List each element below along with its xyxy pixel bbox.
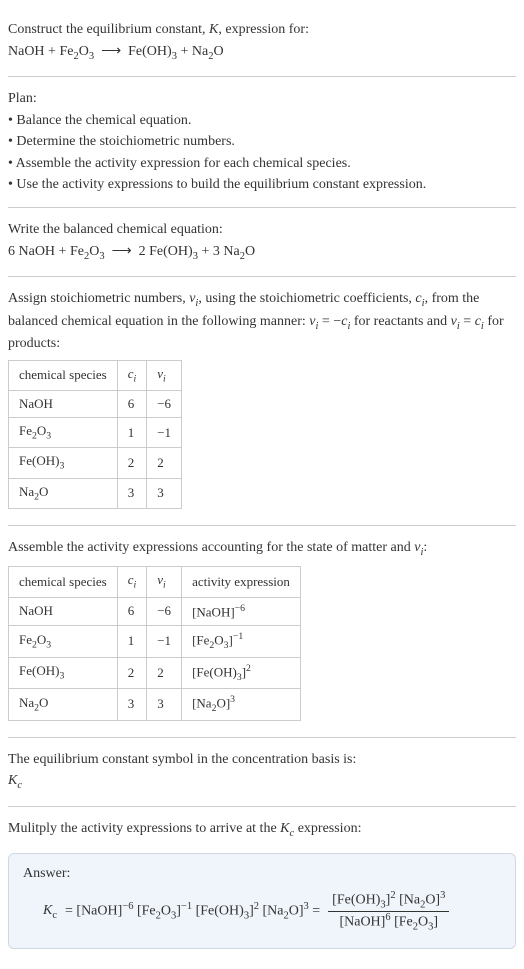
table-header-row: chemical species ci νi activity expressi… <box>9 567 301 597</box>
table-row: Fe(OH)3 2 2 [Fe(OH)3]2 <box>9 657 301 689</box>
expr-cell: [NaOH]−6 <box>182 597 301 626</box>
ci-cell: 2 <box>117 448 147 478</box>
species-cell: NaOH <box>9 390 118 417</box>
table-row: Na2O 3 3 <box>9 478 182 508</box>
table-header-row: chemical species ci νi <box>9 360 182 390</box>
kc-fraction: [Fe(OH)3]2 [Na2O]3 [NaOH]6 [Fe2O3] <box>328 890 449 934</box>
col-expr: activity expression <box>182 567 301 597</box>
col-ci: ci <box>117 567 147 597</box>
expr-cell: [Fe2O3]−1 <box>182 626 301 658</box>
species-cell: Fe(OH)3 <box>9 657 118 689</box>
species-cell: Na2O <box>9 689 118 721</box>
balance-heading: Write the balanced chemical equation: <box>8 220 516 240</box>
answer-box: Answer: Kc = [NaOH]−6 [Fe2O3]−1 [Fe(OH)3… <box>8 853 516 949</box>
col-nui: νi <box>147 360 182 390</box>
ci-cell: 3 <box>117 478 147 508</box>
balance-equation: 6 NaOH + Fe2O3 ⟶ 2 Fe(OH)3 + 3 Na2O <box>8 242 516 264</box>
nui-cell: −1 <box>147 626 182 658</box>
ci-cell: 3 <box>117 689 147 721</box>
intro-k: K <box>209 22 218 37</box>
plan-item: • Balance the chemical equation. <box>8 111 516 131</box>
species-cell: Na2O <box>9 478 118 508</box>
balance-section: Write the balanced chemical equation: 6 … <box>8 208 516 277</box>
nui-cell: 2 <box>147 657 182 689</box>
col-species: chemical species <box>9 360 118 390</box>
kc-symbol: Kc <box>8 771 516 793</box>
stoich-table: chemical species ci νi NaOH 6 −6 Fe2O3 1… <box>8 360 182 509</box>
table-row: Fe(OH)3 2 2 <box>9 448 182 478</box>
multiply-para: Mulitply the activity expressions to arr… <box>8 819 516 841</box>
plan-item: • Assemble the activity expression for e… <box>8 154 516 174</box>
nui-cell: 3 <box>147 478 182 508</box>
plan-section: Plan: • Balance the chemical equation. •… <box>8 77 516 208</box>
table-row: NaOH 6 −6 <box>9 390 182 417</box>
kc-var: Kc <box>43 901 57 923</box>
col-species: chemical species <box>9 567 118 597</box>
activity-table: chemical species ci νi activity expressi… <box>8 566 301 720</box>
species-cell: Fe(OH)3 <box>9 448 118 478</box>
plan-item: • Determine the stoichiometric numbers. <box>8 132 516 152</box>
intro-equation: NaOH + Fe2O3 ⟶ Fe(OH)3 + Na2O <box>8 42 516 64</box>
intro-post: , expression for: <box>218 22 309 37</box>
ci-cell: 6 <box>117 390 147 417</box>
ci-cell: 6 <box>117 597 147 626</box>
ci-cell: 2 <box>117 657 147 689</box>
answer-label: Answer: <box>23 864 501 884</box>
col-ci: ci <box>117 360 147 390</box>
stoich-section: Assign stoichiometric numbers, νi, using… <box>8 277 516 526</box>
table-row: Na2O 3 3 [Na2O]3 <box>9 689 301 721</box>
table-row: NaOH 6 −6 [NaOH]−6 <box>9 597 301 626</box>
nui-cell: −6 <box>147 390 182 417</box>
species-cell: Fe2O3 <box>9 626 118 658</box>
expr-cell: [Fe(OH)3]2 <box>182 657 301 689</box>
intro-pre: Construct the equilibrium constant, <box>8 22 209 37</box>
species-cell: Fe2O3 <box>9 418 118 448</box>
ci-cell: 1 <box>117 418 147 448</box>
nui-cell: −1 <box>147 418 182 448</box>
table-row: Fe2O3 1 −1 <box>9 418 182 448</box>
species-cell: NaOH <box>9 597 118 626</box>
plan-item: • Use the activity expressions to build … <box>8 175 516 195</box>
table-row: Fe2O3 1 −1 [Fe2O3]−1 <box>9 626 301 658</box>
kc-symbol-section: The equilibrium constant symbol in the c… <box>8 738 516 807</box>
intro-line1: Construct the equilibrium constant, K, e… <box>8 20 516 40</box>
kc-symbol-line1: The equilibrium constant symbol in the c… <box>8 750 516 770</box>
kc-numerator: [Fe(OH)3]2 [Na2O]3 <box>328 890 449 913</box>
kc-denominator: [NaOH]6 [Fe2O3] <box>335 912 442 934</box>
expr-cell: [Na2O]3 <box>182 689 301 721</box>
nui-cell: 3 <box>147 689 182 721</box>
nui-cell: −6 <box>147 597 182 626</box>
activity-section: Assemble the activity expressions accoun… <box>8 526 516 738</box>
activity-para: Assemble the activity expressions accoun… <box>8 538 516 560</box>
col-nui: νi <box>147 567 182 597</box>
nui-cell: 2 <box>147 448 182 478</box>
ci-cell: 1 <box>117 626 147 658</box>
stoich-para: Assign stoichiometric numbers, νi, using… <box>8 289 516 354</box>
plan-heading: Plan: <box>8 89 516 109</box>
kc-middle: = [NaOH]−6 [Fe2O3]−1 [Fe(OH)3]2 [Na2O]3 … <box>65 900 320 924</box>
kc-expression: Kc = [NaOH]−6 [Fe2O3]−1 [Fe(OH)3]2 [Na2O… <box>23 890 501 934</box>
intro-section: Construct the equilibrium constant, K, e… <box>8 8 516 77</box>
multiply-section: Mulitply the activity expressions to arr… <box>8 807 516 847</box>
